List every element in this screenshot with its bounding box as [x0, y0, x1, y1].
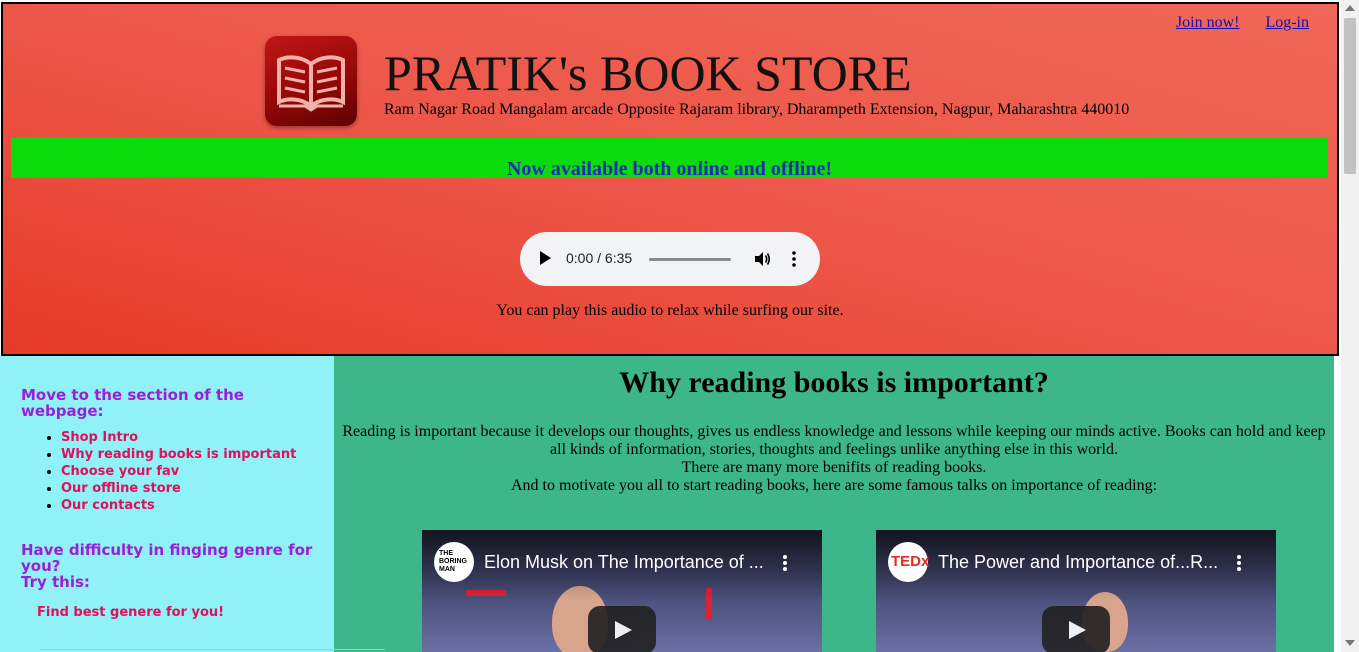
list-item: Shop Intro: [61, 429, 296, 446]
store-logo: [265, 36, 357, 126]
list-item: Choose your fav: [61, 463, 296, 480]
list-item: Our contacts: [61, 497, 296, 514]
video-embed-elon[interactable]: THE BORING MAN Elon Musk on The Importan…: [422, 530, 822, 652]
nav-link-why-reading[interactable]: Why reading books is important: [61, 447, 296, 462]
video-title[interactable]: Elon Musk on The Importance of ...: [484, 552, 764, 573]
store-address: Ram Nagar Road Mangalam arcade Opposite …: [384, 101, 1130, 118]
more-options-icon[interactable]: [790, 250, 798, 268]
store-title: PRATIK's BOOK STORE: [384, 45, 912, 101]
list-item: Why reading books is important: [61, 446, 296, 463]
genre-heading: Have difficulty in finging genre for you…: [21, 542, 321, 590]
genre-heading-line2: Try this:: [21, 573, 90, 591]
play-icon[interactable]: [540, 251, 551, 265]
paragraph-line: There are many more benifits of reading …: [681, 459, 987, 476]
scrollbar-thumb[interactable]: [1344, 18, 1356, 174]
top-links: Join now! Log-in: [1154, 14, 1309, 32]
join-now-link[interactable]: Join now!: [1176, 14, 1240, 31]
section-heading: Why reading books is important?: [619, 366, 1049, 399]
audio-progress-slider[interactable]: [649, 258, 731, 261]
nav-link-offline-store[interactable]: Our offline store: [61, 481, 181, 496]
channel-name: THE BORING MAN: [439, 550, 467, 573]
main-section: Why reading books is important? Reading …: [334, 356, 1334, 652]
section-nav-list: Shop Intro Why reading books is importan…: [21, 429, 296, 514]
video-play-button[interactable]: [588, 606, 656, 652]
sidebar-nav-heading: Move to the section of the webpage:: [21, 386, 244, 420]
genre-heading-line1: Have difficulty in finging genre for you…: [21, 541, 313, 575]
video-embed-ted[interactable]: TEDx The Power and Importance of...R...: [876, 530, 1276, 652]
nav-link-shop-intro[interactable]: Shop Intro: [61, 430, 138, 445]
video-menu-icon[interactable]: [782, 554, 788, 572]
channel-avatar[interactable]: TEDx: [888, 542, 930, 582]
scroll-down-icon[interactable]: [1345, 640, 1355, 646]
paragraph-line: And to motivate you all to start reading…: [510, 477, 1158, 494]
find-genre-link[interactable]: Find best genere for you!: [37, 605, 224, 620]
audio-caption: You can play this audio to relax while s…: [496, 302, 844, 319]
audio-time: 0:00 / 6:35: [566, 250, 633, 266]
nav-link-contacts[interactable]: Our contacts: [61, 498, 155, 513]
open-book-icon: [277, 55, 345, 112]
volume-icon[interactable]: [753, 250, 771, 268]
video-play-button[interactable]: [1042, 606, 1110, 652]
channel-name: TEDx: [891, 553, 930, 570]
paragraph-line: Reading is important because it develops…: [342, 423, 1326, 458]
channel-avatar[interactable]: THE BORING MAN: [434, 542, 474, 582]
scroll-up-icon[interactable]: [1345, 5, 1355, 11]
divider: [40, 649, 385, 650]
video-menu-icon[interactable]: [1236, 554, 1242, 572]
header: Join now! Log-in PRATIK's BOOK STORE Ram…: [1, 2, 1339, 356]
reading-paragraph: Reading is important because it develops…: [340, 423, 1328, 495]
video-title[interactable]: The Power and Importance of...R...: [938, 552, 1218, 573]
audio-player[interactable]: 0:00 / 6:35: [520, 232, 820, 286]
banner-text: Now available both online and offline!: [506, 158, 833, 180]
list-item: Our offline store: [61, 480, 296, 497]
availability-banner: Now available both online and offline!: [11, 138, 1328, 180]
sidebar: Move to the section of the webpage: Shop…: [0, 356, 334, 652]
login-link[interactable]: Log-in: [1265, 14, 1309, 31]
nav-link-choose-fav[interactable]: Choose your fav: [61, 464, 179, 479]
